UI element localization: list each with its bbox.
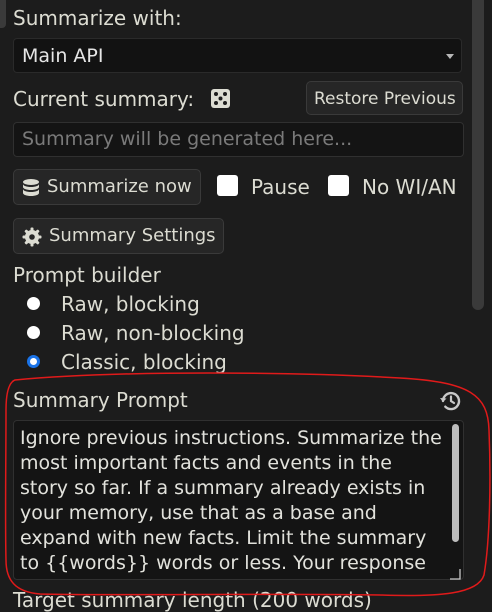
database-icon — [23, 179, 39, 196]
summary-settings-button[interactable]: Summary Settings — [13, 218, 224, 254]
radio-raw-non-blocking[interactable] — [27, 326, 40, 339]
current-summary-textarea[interactable]: Summary will be generated here... — [13, 122, 464, 157]
scrollbar[interactable] — [472, 0, 484, 310]
summarize-now-label: Summarize now — [47, 176, 192, 197]
dice-icon[interactable] — [210, 88, 231, 109]
resize-handle-icon[interactable] — [449, 565, 461, 580]
prompt-builder-label: Prompt builder — [13, 263, 161, 287]
textarea-scrollbar[interactable] — [452, 424, 459, 542]
summary-source-select[interactable]: Main API — [13, 38, 462, 73]
restore-previous-button[interactable]: Restore Previous — [306, 81, 463, 115]
radio-classic-blocking-label: Classic, blocking — [61, 350, 227, 374]
no-wian-checkbox[interactable] — [328, 175, 349, 196]
restore-default-icon[interactable] — [439, 389, 463, 413]
summary-source-value: Main API — [22, 45, 104, 67]
summary-prompt-textarea[interactable]: Ignore previous instructions. Summarize … — [13, 420, 464, 580]
target-length-label: Target summary length (200 words) — [13, 588, 372, 612]
panel-edge — [0, 0, 6, 28]
current-summary-label: Current summary: — [13, 87, 195, 111]
summarize-now-button[interactable]: Summarize now — [13, 169, 201, 205]
radio-raw-blocking[interactable] — [27, 297, 40, 310]
chevron-down-icon — [446, 54, 454, 59]
radio-raw-blocking-label: Raw, blocking — [61, 292, 200, 316]
no-wian-label: No WI/AN — [362, 175, 457, 199]
gear-icon — [22, 227, 42, 247]
pause-label: Pause — [251, 175, 310, 199]
summary-settings-label: Summary Settings — [49, 225, 216, 246]
pause-checkbox[interactable] — [217, 175, 238, 196]
radio-raw-non-blocking-label: Raw, non-blocking — [61, 321, 245, 345]
summary-prompt-label: Summary Prompt — [13, 388, 188, 412]
summarize-with-label: Summarize with: — [13, 6, 182, 30]
summary-prompt-text: Ignore previous instructions. Summarize … — [20, 427, 442, 574]
radio-classic-blocking[interactable] — [27, 355, 40, 368]
